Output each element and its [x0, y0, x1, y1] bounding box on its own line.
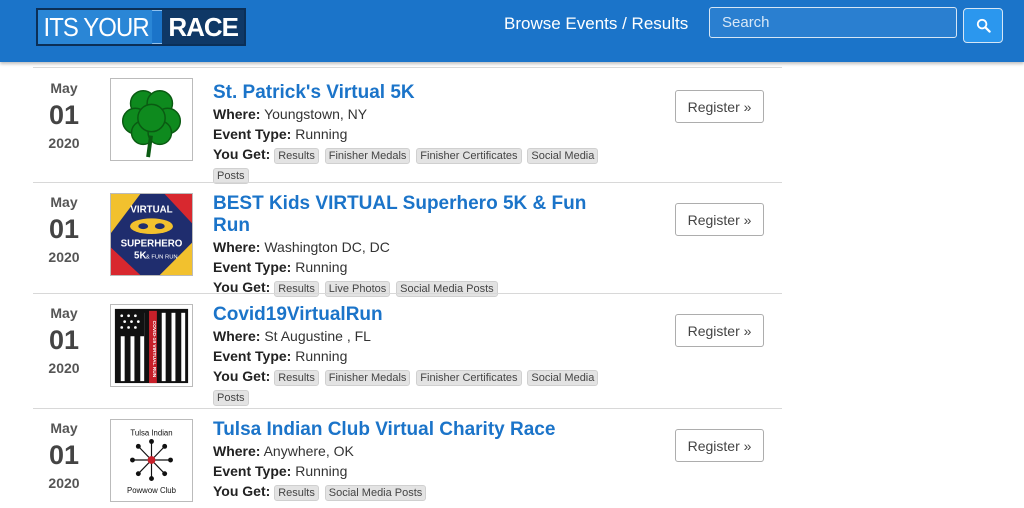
event-type-value: Running — [295, 126, 348, 142]
event-info: Covid19VirtualRun Where: St Augustine , … — [213, 304, 613, 406]
event-where: Where: St Augustine , FL — [213, 326, 613, 346]
superhero-logo-icon: VIRTUAL SUPERHERO 5K & FUN RUN — [111, 194, 192, 275]
event-type-value: Running — [295, 259, 348, 275]
search-button[interactable] — [963, 8, 1003, 43]
event-row: May 01 2020 St. Patrick's Virtual 5K Whe… — [33, 67, 782, 184]
perk-tag: Finisher Medals — [324, 370, 411, 386]
event-month: May — [50, 194, 78, 210]
event-where: Where: Washington DC, DC — [213, 237, 613, 257]
event-type: Event Type: Running — [213, 461, 613, 481]
event-year: 2020 — [48, 249, 80, 265]
event-day: 01 — [48, 325, 80, 355]
event-type-label: Event Type: — [213, 126, 292, 142]
event-info: BEST Kids VIRTUAL Superhero 5K & Fun Run… — [213, 193, 613, 297]
event-title-link[interactable]: BEST Kids VIRTUAL Superhero 5K & Fun Run — [213, 193, 613, 237]
event-row: May 01 2020 Tulsa Indian Powwow Club Tul… — [33, 408, 782, 508]
image-text: Powwow Club — [127, 486, 177, 495]
perk-tag: Results — [274, 148, 319, 164]
where-label: Where: — [213, 106, 261, 122]
search-icon — [976, 18, 991, 33]
browse-events-results-link[interactable]: Browse Events / Results — [504, 14, 688, 34]
register-button[interactable]: Register » — [675, 314, 764, 347]
event-image-shamrock[interactable] — [110, 78, 193, 161]
event-title-link[interactable]: Tulsa Indian Club Virtual Charity Race — [213, 419, 613, 441]
where-label: Where: — [213, 328, 261, 344]
powwow-club-logo-icon: Tulsa Indian Powwow Club — [111, 420, 192, 501]
event-info: St. Patrick's Virtual 5K Where: Youngsto… — [213, 82, 613, 184]
top-navbar: ITS YOUR RACE Browse Events / Results — [0, 0, 1024, 62]
event-you-get-wrap: Posts — [213, 386, 613, 406]
logo-text-its-your: ITS YOUR — [38, 10, 153, 44]
event-date: May 01 2020 — [33, 420, 95, 491]
perk-tag: Finisher Certificates — [416, 148, 522, 164]
event-where: Where: Anywhere, OK — [213, 441, 613, 461]
perk-tag: Social Media Posts — [324, 485, 427, 501]
event-month: May — [50, 420, 78, 436]
shamrock-icon — [121, 89, 182, 158]
register-button[interactable]: Register » — [675, 90, 764, 123]
event-type: Event Type: Running — [213, 124, 613, 144]
perk-tag: Posts — [213, 390, 249, 406]
image-text: & FUN RUN — [146, 254, 178, 260]
event-type-label: Event Type: — [213, 259, 292, 275]
image-text: COVID-19 VIRTUAL RUN — [151, 321, 157, 378]
event-type-value: Running — [295, 463, 348, 479]
register-button[interactable]: Register » — [675, 203, 764, 236]
event-you-get: You Get: Results Finisher Medals Finishe… — [213, 144, 613, 164]
event-image-flag[interactable]: COVID-19 VIRTUAL RUN — [110, 304, 193, 387]
image-text: Tulsa Indian — [130, 429, 172, 438]
event-month: May — [50, 305, 78, 321]
flag-logo-icon: COVID-19 VIRTUAL RUN — [111, 305, 192, 386]
where-value: Anywhere, OK — [263, 443, 354, 459]
image-text: SUPERHERO — [121, 239, 183, 250]
perk-tag: Finisher Certificates — [416, 370, 522, 386]
event-date: May 01 2020 — [33, 305, 95, 376]
event-image-powwow[interactable]: Tulsa Indian Powwow Club — [110, 419, 193, 502]
perk-tag: Social Media — [527, 370, 599, 386]
event-row: May 01 2020 COVID-19 VIRTUAL RUN Covid19… — [33, 293, 782, 408]
logo-text-race: RACE — [162, 10, 244, 44]
event-row: May 01 2020 VIRTUAL SUPERHERO 5K & FUN R… — [33, 182, 782, 297]
where-value: Washington DC, DC — [264, 239, 390, 255]
search-input[interactable] — [709, 7, 957, 38]
perk-tag: Results — [274, 485, 319, 501]
event-day: 01 — [48, 440, 80, 470]
where-label: Where: — [213, 239, 261, 255]
you-get-label: You Get: — [213, 368, 271, 384]
event-title-link[interactable]: Covid19VirtualRun — [213, 304, 613, 326]
event-you-get: You Get: Results Social Media Posts — [213, 481, 613, 501]
event-where: Where: Youngstown, NY — [213, 104, 613, 124]
perk-tag: Results — [274, 370, 319, 386]
event-type-value: Running — [295, 348, 348, 364]
event-month: May — [50, 80, 78, 96]
event-info: Tulsa Indian Club Virtual Charity Race W… — [213, 419, 613, 501]
perk-tag: Finisher Medals — [324, 148, 411, 164]
you-get-label: You Get: — [213, 483, 271, 499]
where-value: St Augustine , FL — [264, 328, 371, 344]
event-image-superhero[interactable]: VIRTUAL SUPERHERO 5K & FUN RUN — [110, 193, 193, 276]
event-date: May 01 2020 — [33, 80, 95, 151]
event-list: May 01 2020 St. Patrick's Virtual 5K Whe… — [33, 62, 782, 503]
event-year: 2020 — [48, 475, 80, 491]
image-text: 5K — [134, 250, 146, 261]
image-text: VIRTUAL — [130, 205, 172, 216]
where-value: Youngstown, NY — [264, 106, 368, 122]
where-label: Where: — [213, 443, 261, 459]
register-button[interactable]: Register » — [675, 429, 764, 462]
event-year: 2020 — [48, 360, 80, 376]
perk-tag: Social Media — [527, 148, 599, 164]
event-year: 2020 — [48, 135, 80, 151]
event-type: Event Type: Running — [213, 257, 613, 277]
event-type: Event Type: Running — [213, 346, 613, 366]
event-type-label: Event Type: — [213, 348, 292, 364]
event-date: May 01 2020 — [33, 194, 95, 265]
event-you-get: You Get: Results Finisher Medals Finishe… — [213, 366, 613, 386]
event-title-link[interactable]: St. Patrick's Virtual 5K — [213, 82, 613, 104]
event-type-label: Event Type: — [213, 463, 292, 479]
you-get-label: You Get: — [213, 146, 271, 162]
event-day: 01 — [48, 214, 80, 244]
site-logo[interactable]: ITS YOUR RACE — [36, 8, 246, 46]
event-day: 01 — [48, 100, 80, 130]
event-you-get-wrap: Posts — [213, 164, 613, 184]
